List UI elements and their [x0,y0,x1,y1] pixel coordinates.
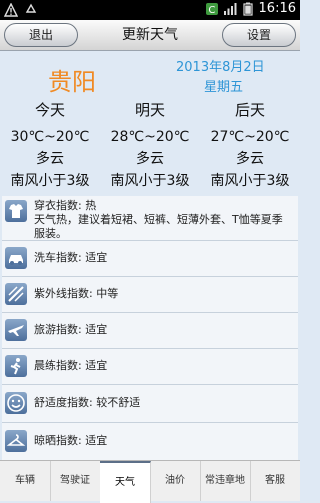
weather-condition: 多云 [36,151,64,167]
day-name: 明天 [134,101,165,119]
temperature-range: 30℃~20℃ [10,129,90,145]
status-right-icons: C 16:16 [205,1,296,16]
day-name: 后天 [234,101,265,119]
bottom-tab-bar: 车辆 驾驶证 天气 油价 常违章地 客服 [0,460,300,503]
index-label: 晾晒指数: 适宜 [34,434,108,447]
tab-violation-places[interactable]: 常违章地 [200,461,251,501]
index-label: 穿衣指数: 热 [34,199,97,212]
forecast-today: 今天 30℃~20℃ 多云 南风小于3级 [0,98,100,192]
plane-icon [5,319,27,341]
weather-condition: 多云 [236,151,264,167]
city-name: 贵阳 [48,68,96,96]
list-item[interactable]: 洗车指数: 适宜 [2,240,298,277]
index-label: 旅游指数: 适宜 [34,323,108,336]
index-text: 穿衣指数: 热 天气热，建议着短裙、短裤、短薄外套、T恤等夏季服装。 [34,199,292,241]
warning-icon [3,2,19,17]
weather-condition: 多云 [136,151,164,167]
signal-icon [223,2,237,16]
temperature-range: 27℃~20℃ [210,129,290,145]
index-label: 洗车指数: 适宜 [34,251,108,264]
battery-icon [241,2,255,16]
shirt-icon [5,200,27,222]
forecast-day-after: 后天 27℃~20℃ 多云 南风小于3级 [200,98,300,192]
settings-button[interactable]: 设置 [222,23,296,47]
uv-icon [5,283,27,305]
index-description: 天气热，建议着短裙、短裤、短薄外套、T恤等夏季服装。 [34,213,283,240]
svg-text:C: C [208,5,215,16]
hanger-icon [5,430,27,452]
index-label: 舒适度指数: 较不舒适 [34,396,141,409]
day-name: 今天 [34,101,65,119]
list-item[interactable]: 舒适度指数: 较不舒适 [2,384,298,423]
title-bar: 更新天气 退出 设置 [0,20,300,51]
date-text: 2013年8月2日 [176,60,265,75]
life-index-list: 穿衣指数: 热 天气热，建议着短裙、短裤、短薄外套、T恤等夏季服装。 洗车指数:… [2,196,298,460]
tab-customer-service[interactable]: 客服 [250,461,300,501]
car-icon [5,247,27,269]
wind-info: 南风小于3级 [110,173,190,189]
runner-icon [5,355,27,377]
index-label: 紫外线指数: 中等 [34,287,119,300]
list-item[interactable]: 晾晒指数: 适宜 [2,422,298,460]
tab-weather[interactable]: 天气 [100,461,151,503]
list-item[interactable]: 晨练指数: 适宜 [2,348,298,385]
weekday-text: 星期五 [204,80,244,95]
back-button[interactable]: 退出 [4,23,78,47]
list-item[interactable]: 穿衣指数: 热 天气热，建议着短裙、短裤、短薄外套、T恤等夏季服装。 [2,196,298,241]
wind-info: 南风小于3级 [210,173,290,189]
tab-vehicle[interactable]: 车辆 [0,461,51,501]
list-item[interactable]: 旅游指数: 适宜 [2,312,298,349]
recycle-icon [24,2,38,16]
index-label: 晨练指数: 适宜 [34,359,108,372]
smile-icon [5,392,27,414]
temperature-range: 28℃~20℃ [110,129,190,145]
status-bar: C 16:16 [0,0,300,20]
wind-info: 南风小于3级 [10,173,90,189]
tab-fuel-price[interactable]: 油价 [150,461,201,501]
list-item[interactable]: 紫外线指数: 中等 [2,276,298,313]
forecast-tomorrow: 明天 28℃~20℃ 多云 南风小于3级 [100,98,200,192]
tab-driver-license[interactable]: 驾驶证 [50,461,101,501]
status-left-icons [3,2,38,17]
clock-text: 16:16 [258,1,296,16]
app-c-icon: C [205,2,219,16]
